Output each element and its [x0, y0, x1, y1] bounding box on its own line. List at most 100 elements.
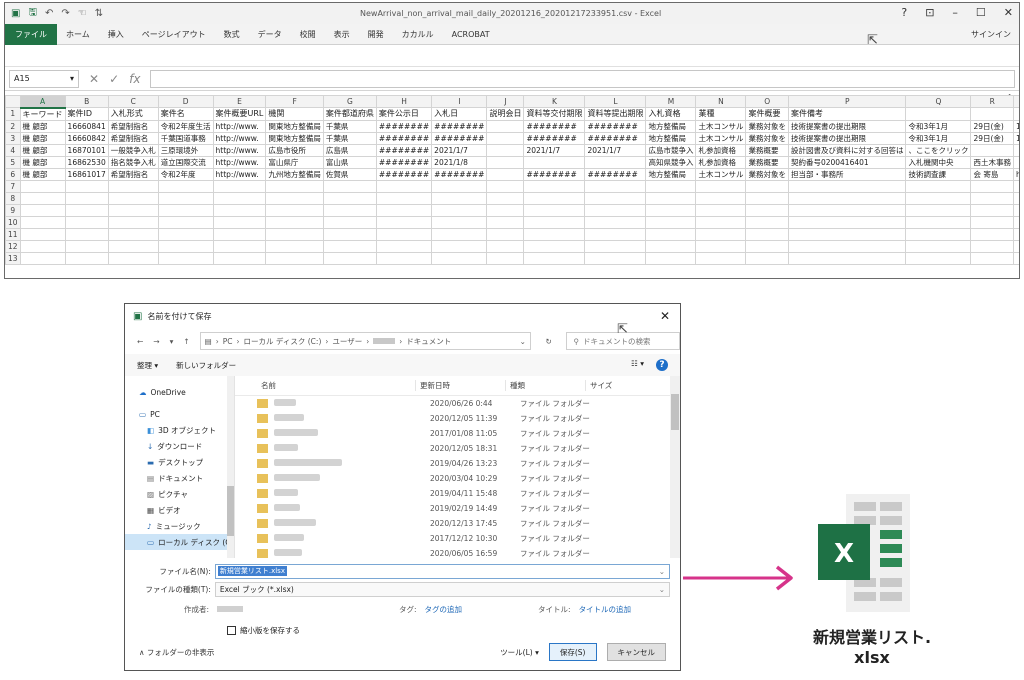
cell[interactable]: 機 顧部 — [19, 143, 66, 157]
cell[interactable]: 業種 — [695, 107, 747, 121]
cell[interactable] — [431, 239, 488, 253]
sidebar-item[interactable]: ▭ PC — [125, 406, 234, 422]
cell[interactable] — [431, 251, 488, 265]
cell[interactable]: 資料等提出期限 — [584, 107, 647, 121]
cell[interactable] — [322, 251, 377, 265]
cell[interactable] — [107, 215, 159, 229]
cell[interactable]: 案件概要 — [745, 107, 789, 121]
cell[interactable]: 機関 — [265, 107, 324, 121]
breadcrumb-users[interactable]: ユーザー — [332, 336, 362, 347]
cell[interactable] — [64, 251, 109, 265]
cell[interactable] — [695, 239, 747, 253]
save-button[interactable]: 保存(S) — [548, 643, 597, 661]
cell[interactable]: 地方整備局 — [645, 131, 697, 145]
cell[interactable] — [107, 191, 159, 205]
tools-button[interactable]: ツール(L) ▾ — [500, 647, 539, 658]
cell[interactable]: 土木コンサル — [695, 131, 747, 145]
row-header[interactable]: 2 — [5, 119, 21, 133]
column-header[interactable]: L — [584, 95, 647, 108]
cell[interactable] — [431, 227, 488, 241]
cell[interactable]: 業務概要 — [745, 155, 789, 169]
row-header[interactable]: 12 — [5, 239, 21, 253]
cell[interactable] — [787, 251, 907, 265]
cell[interactable] — [523, 239, 586, 253]
cell[interactable]: 高知県競争入 — [645, 155, 697, 169]
cell[interactable] — [375, 227, 433, 241]
row-header[interactable]: 3 — [5, 131, 21, 145]
maximize-button[interactable]: ☐ — [976, 6, 986, 19]
cell[interactable] — [1012, 203, 1019, 217]
chevron-down-icon[interactable]: ⌄ — [659, 567, 665, 576]
cell[interactable] — [523, 203, 586, 217]
cell[interactable]: 業務概要 — [745, 143, 789, 157]
cell[interactable]: ######## — [523, 119, 586, 133]
cell[interactable]: http://www. — [212, 131, 267, 145]
file-list-scrollbar[interactable] — [670, 376, 680, 558]
cell[interactable] — [107, 203, 159, 217]
cell[interactable]: 業務対象を — [745, 119, 789, 133]
cell[interactable]: 案件公示日 — [375, 107, 433, 121]
cell[interactable]: ######## — [375, 119, 433, 133]
column-header[interactable]: K — [523, 95, 586, 108]
cell[interactable]: 土木コンサル — [695, 167, 747, 181]
cell[interactable]: 三原環境外 — [157, 143, 214, 157]
sidebar-item[interactable]: ▦ ビデオ — [125, 502, 234, 518]
scroll-thumb[interactable] — [671, 394, 679, 430]
cell[interactable] — [19, 203, 66, 217]
cell[interactable] — [486, 239, 525, 253]
breadcrumb-pc[interactable]: PC — [223, 337, 233, 346]
cell[interactable]: 業務対象を — [745, 167, 789, 181]
column-header[interactable]: B — [64, 95, 109, 108]
cell[interactable]: 29日(金) — [970, 119, 1014, 133]
cell[interactable] — [745, 239, 789, 253]
cell[interactable] — [212, 215, 267, 229]
sidebar-item[interactable]: ◧ 3D オブジェクト — [125, 422, 234, 438]
sidebar-item[interactable]: ▭ ローカル ディスク (C — [125, 534, 234, 550]
column-header[interactable]: G — [322, 95, 377, 108]
cell[interactable] — [1012, 251, 1019, 265]
address-bar[interactable]: ▤ › PC › ローカル ディスク (C:) › ユーザー › › ドキュメン… — [199, 332, 531, 350]
cell[interactable] — [431, 179, 488, 193]
cell[interactable]: ######## — [375, 131, 433, 145]
file-row[interactable]: 2017/12/12 10:30 ファイル フォルダー — [235, 531, 680, 546]
ribbon-tab[interactable]: ページレイアウト — [133, 29, 215, 40]
undo-icon[interactable]: ↶ — [45, 8, 53, 19]
cell[interactable] — [1012, 107, 1019, 121]
cell[interactable]: 一般競争入札 — [107, 143, 159, 157]
cell[interactable] — [584, 239, 647, 253]
cell[interactable] — [486, 227, 525, 241]
cell[interactable] — [1012, 155, 1019, 169]
cell[interactable]: 入札形式 — [107, 107, 159, 121]
column-header[interactable]: R — [970, 95, 1014, 108]
ribbon-tab[interactable]: ホーム — [57, 29, 99, 40]
row-header[interactable]: 6 — [5, 167, 21, 181]
row-header[interactable]: 10 — [5, 215, 21, 229]
cell[interactable] — [970, 143, 1014, 157]
cell[interactable] — [375, 215, 433, 229]
file-row[interactable]: 2017/01/08 11:05 ファイル フォルダー — [235, 426, 680, 441]
cell[interactable] — [970, 203, 1014, 217]
cell[interactable] — [695, 251, 747, 265]
cell[interactable]: 29日(金) — [970, 131, 1014, 145]
function-icon[interactable]: fx — [129, 72, 140, 86]
cancel-button[interactable]: キャンセル — [606, 643, 666, 661]
cell[interactable] — [523, 191, 586, 205]
cell[interactable]: 広島市競争入 — [645, 143, 697, 157]
row-header[interactable]: 5 — [5, 155, 21, 169]
cell[interactable] — [486, 143, 525, 157]
sidebar-item[interactable]: ▨ ピクチャ — [125, 486, 234, 502]
cell[interactable] — [486, 131, 525, 145]
cell[interactable] — [523, 251, 586, 265]
cell[interactable]: 機 顧部 — [19, 167, 66, 181]
cell[interactable]: 2021/1/7 — [584, 143, 647, 157]
cell[interactable]: 機 顧部 — [19, 119, 66, 133]
cell[interactable] — [970, 215, 1014, 229]
file-row[interactable]: 2020/12/05 18:31 ファイル フォルダー — [235, 441, 680, 456]
organize-button[interactable]: 整理 ▾ — [137, 360, 158, 371]
new-folder-button[interactable]: 新しいフォルダー — [176, 360, 236, 371]
column-header[interactable]: S — [1012, 95, 1019, 108]
redo-icon[interactable]: ↷ — [61, 8, 69, 19]
cell[interactable] — [745, 251, 789, 265]
cell[interactable]: 2021/1/7 — [523, 143, 586, 157]
cell[interactable] — [157, 251, 214, 265]
